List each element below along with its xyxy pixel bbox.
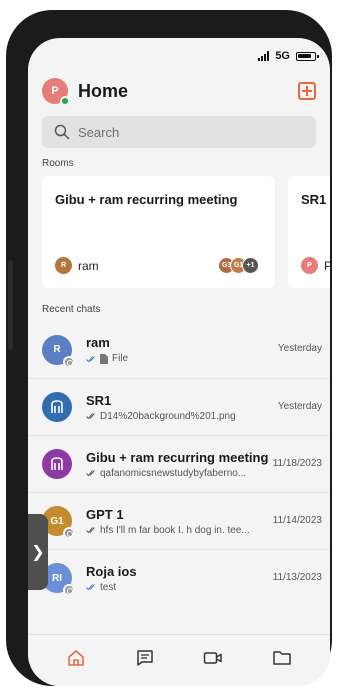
avatar-initial: P	[51, 85, 59, 97]
volume-button	[8, 260, 13, 350]
read-check-icon	[86, 355, 95, 362]
drawer-toggle-button[interactable]: ❯	[28, 514, 48, 590]
network-label: 5G	[275, 50, 290, 62]
chat-icon	[137, 649, 153, 666]
avatar-initial: G1	[50, 515, 64, 527]
profile-avatar[interactable]: P	[42, 78, 70, 106]
avatar-initial: R	[53, 344, 61, 355]
online-status-icon	[60, 96, 70, 106]
chat-avatar	[42, 449, 72, 479]
chat-row[interactable]: RI Roja ios test 11/13/2023	[28, 549, 330, 606]
home-icon	[68, 649, 85, 666]
phone-frame: 5G P Home Search Rooms Gibu + ram recurr…	[6, 10, 332, 686]
room-title: SR1	[301, 192, 327, 207]
owner-avatar: R	[55, 257, 72, 274]
recent-chats-label: Recent chats	[42, 304, 101, 315]
room-icon	[51, 400, 63, 413]
chevron-right-icon: ❯	[31, 544, 45, 561]
member-avatars: G3 G1 +1	[218, 257, 259, 274]
room-card[interactable]: Gibu + ram recurring meeting R ram G3 G1…	[42, 176, 275, 288]
chat-preview: test	[86, 582, 330, 593]
read-check-icon	[86, 470, 95, 477]
owner-avatar: P	[301, 257, 318, 274]
video-icon	[204, 651, 222, 664]
bottom-nav	[28, 634, 330, 686]
chat-time: 11/14/2023	[272, 515, 322, 526]
preview-text: qafanomicsnewstudybyfaberno...	[100, 467, 247, 479]
presence-icon	[63, 527, 75, 539]
folder-icon	[273, 650, 291, 665]
preview-text: File	[112, 353, 129, 364]
nav-chat[interactable]	[129, 642, 161, 674]
chat-time: 11/13/2023	[272, 572, 322, 583]
chat-row[interactable]: SR1 D14%20background%201.png Yesterday	[28, 378, 330, 435]
chat-time: 11/18/2023	[272, 458, 322, 469]
chat-row[interactable]: G1 GPT 1 hfs I'll m far book I. h dog in…	[28, 492, 330, 549]
nav-video[interactable]	[197, 642, 229, 674]
room-owner: R ram	[55, 257, 99, 274]
preview-text: D14%20background%201.png	[100, 410, 236, 422]
rooms-carousel: Gibu + ram recurring meeting R ram G3 G1…	[42, 176, 330, 288]
preview-text: test	[100, 581, 117, 593]
search-icon	[54, 124, 70, 140]
chat-preview: D14%20background%201.png	[86, 411, 330, 422]
status-bar: 5G	[258, 50, 319, 62]
app-screen: 5G P Home Search Rooms Gibu + ram recurr…	[28, 38, 330, 686]
chat-avatar: R	[42, 334, 75, 368]
chat-row[interactable]: R ram File Yesterday	[28, 321, 330, 378]
presence-icon	[63, 355, 75, 368]
avatar-initial: RI	[52, 572, 62, 584]
new-chat-icon[interactable]	[298, 82, 316, 100]
presence-icon	[63, 584, 75, 596]
room-card[interactable]: SR1 P P	[288, 176, 330, 288]
chat-preview: hfs I'll m far book I. h dog in. tee...	[86, 525, 330, 536]
read-check-icon	[86, 527, 95, 534]
chat-row[interactable]: Gibu + ram recurring meeting qafanomicsn…	[28, 435, 330, 492]
read-check-icon	[86, 413, 95, 420]
app-header: P Home	[42, 76, 316, 106]
room-owner: P P	[301, 257, 330, 274]
room-title: Gibu + ram recurring meeting	[55, 192, 238, 207]
nav-home[interactable]	[60, 642, 92, 674]
read-check-icon	[86, 584, 95, 591]
file-icon	[100, 353, 108, 364]
owner-name: ram	[78, 258, 99, 273]
chat-list: R ram File Yesterday SR1 D14%20backgroun…	[28, 321, 330, 606]
chat-time: Yesterday	[277, 343, 322, 354]
more-members-badge: +1	[242, 257, 259, 274]
battery-icon	[296, 51, 319, 61]
search-input[interactable]: Search	[42, 116, 316, 148]
search-placeholder: Search	[78, 124, 120, 140]
chat-preview: qafanomicsnewstudybyfaberno...	[86, 468, 330, 479]
owner-name: P	[324, 258, 330, 273]
chat-time: Yesterday	[277, 401, 322, 412]
chat-preview: File	[86, 353, 330, 364]
rooms-label: Rooms	[42, 158, 74, 169]
preview-text: hfs I'll m far book I. h dog in. tee...	[100, 524, 250, 536]
signal-icon	[258, 51, 270, 61]
page-title: Home	[78, 80, 129, 101]
room-icon	[51, 457, 63, 470]
nav-files[interactable]	[266, 642, 298, 674]
chat-avatar	[42, 392, 72, 422]
